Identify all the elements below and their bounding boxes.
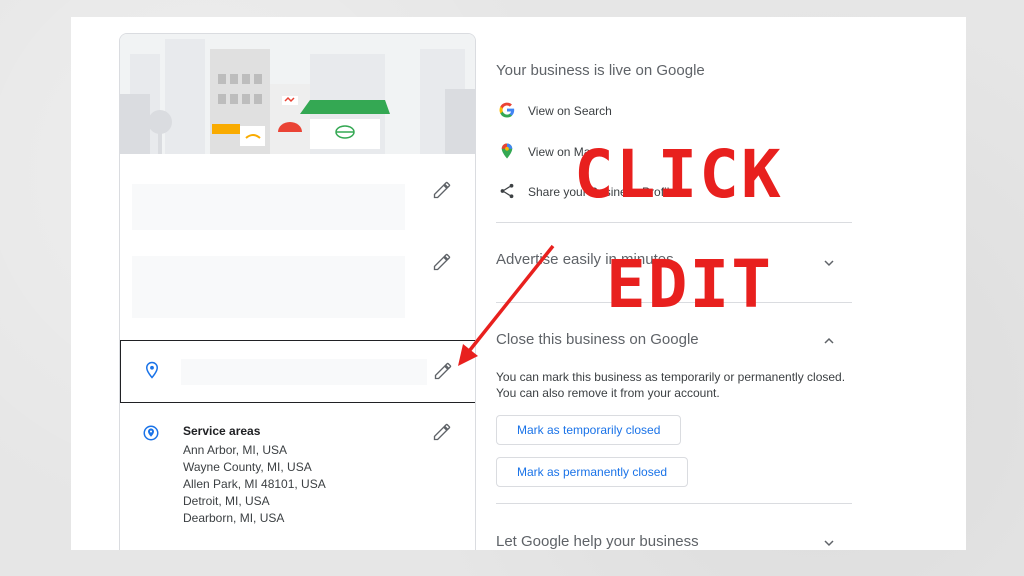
service-areas-title: Service areas: [183, 424, 261, 438]
edit-name-icon[interactable]: [432, 180, 452, 200]
service-area-item: Allen Park, MI 48101, USA: [183, 477, 326, 491]
chevron-down-icon[interactable]: [821, 255, 837, 271]
business-address-row[interactable]: [120, 340, 475, 403]
service-area-item: Dearborn, MI, USA: [183, 511, 285, 525]
storefront-illustration: [120, 34, 475, 154]
service-area-item: Detroit, MI, USA: [183, 494, 270, 508]
service-areas-list: Ann Arbor, MI, USA Wayne County, MI, USA…: [183, 442, 326, 527]
service-area-icon: [142, 424, 160, 442]
redacted-business-category: [132, 256, 405, 318]
click-annotation-text: CLICK: [574, 136, 783, 213]
redacted-address: [181, 359, 427, 385]
close-business-section-title[interactable]: Close this business on Google: [496, 331, 699, 348]
edit-annotation-text: EDIT: [606, 246, 773, 323]
google-help-section-title[interactable]: Let Google help your business: [496, 533, 699, 550]
share-icon: [498, 182, 516, 200]
divider: [496, 222, 852, 223]
mark-permanently-closed-button[interactable]: Mark as permanently closed: [496, 457, 689, 487]
location-pin-icon: [143, 361, 161, 379]
chevron-up-icon[interactable]: [821, 333, 837, 349]
service-area-item: Ann Arbor, MI, USA: [183, 443, 288, 457]
google-g-icon: [498, 101, 516, 119]
close-business-description: You can mark this business as temporaril…: [496, 370, 846, 400]
view-on-search-link[interactable]: View on Search: [528, 104, 612, 118]
divider: [496, 503, 852, 504]
service-area-item: Wayne County, MI, USA: [183, 460, 312, 474]
edit-category-icon[interactable]: [432, 252, 452, 272]
chevron-down-icon[interactable]: [821, 535, 837, 550]
business-profile-card: Service areas Ann Arbor, MI, USA Wayne C…: [71, 17, 966, 550]
redacted-business-name: [132, 184, 405, 230]
live-status-title: Your business is live on Google: [496, 62, 705, 79]
edit-address-icon[interactable]: [433, 361, 453, 381]
mark-temporarily-closed-button[interactable]: Mark as temporarily closed: [496, 415, 682, 445]
business-info-panel: Service areas Ann Arbor, MI, USA Wayne C…: [119, 33, 476, 550]
maps-pin-icon: [498, 142, 516, 160]
edit-service-areas-icon[interactable]: [432, 422, 452, 442]
